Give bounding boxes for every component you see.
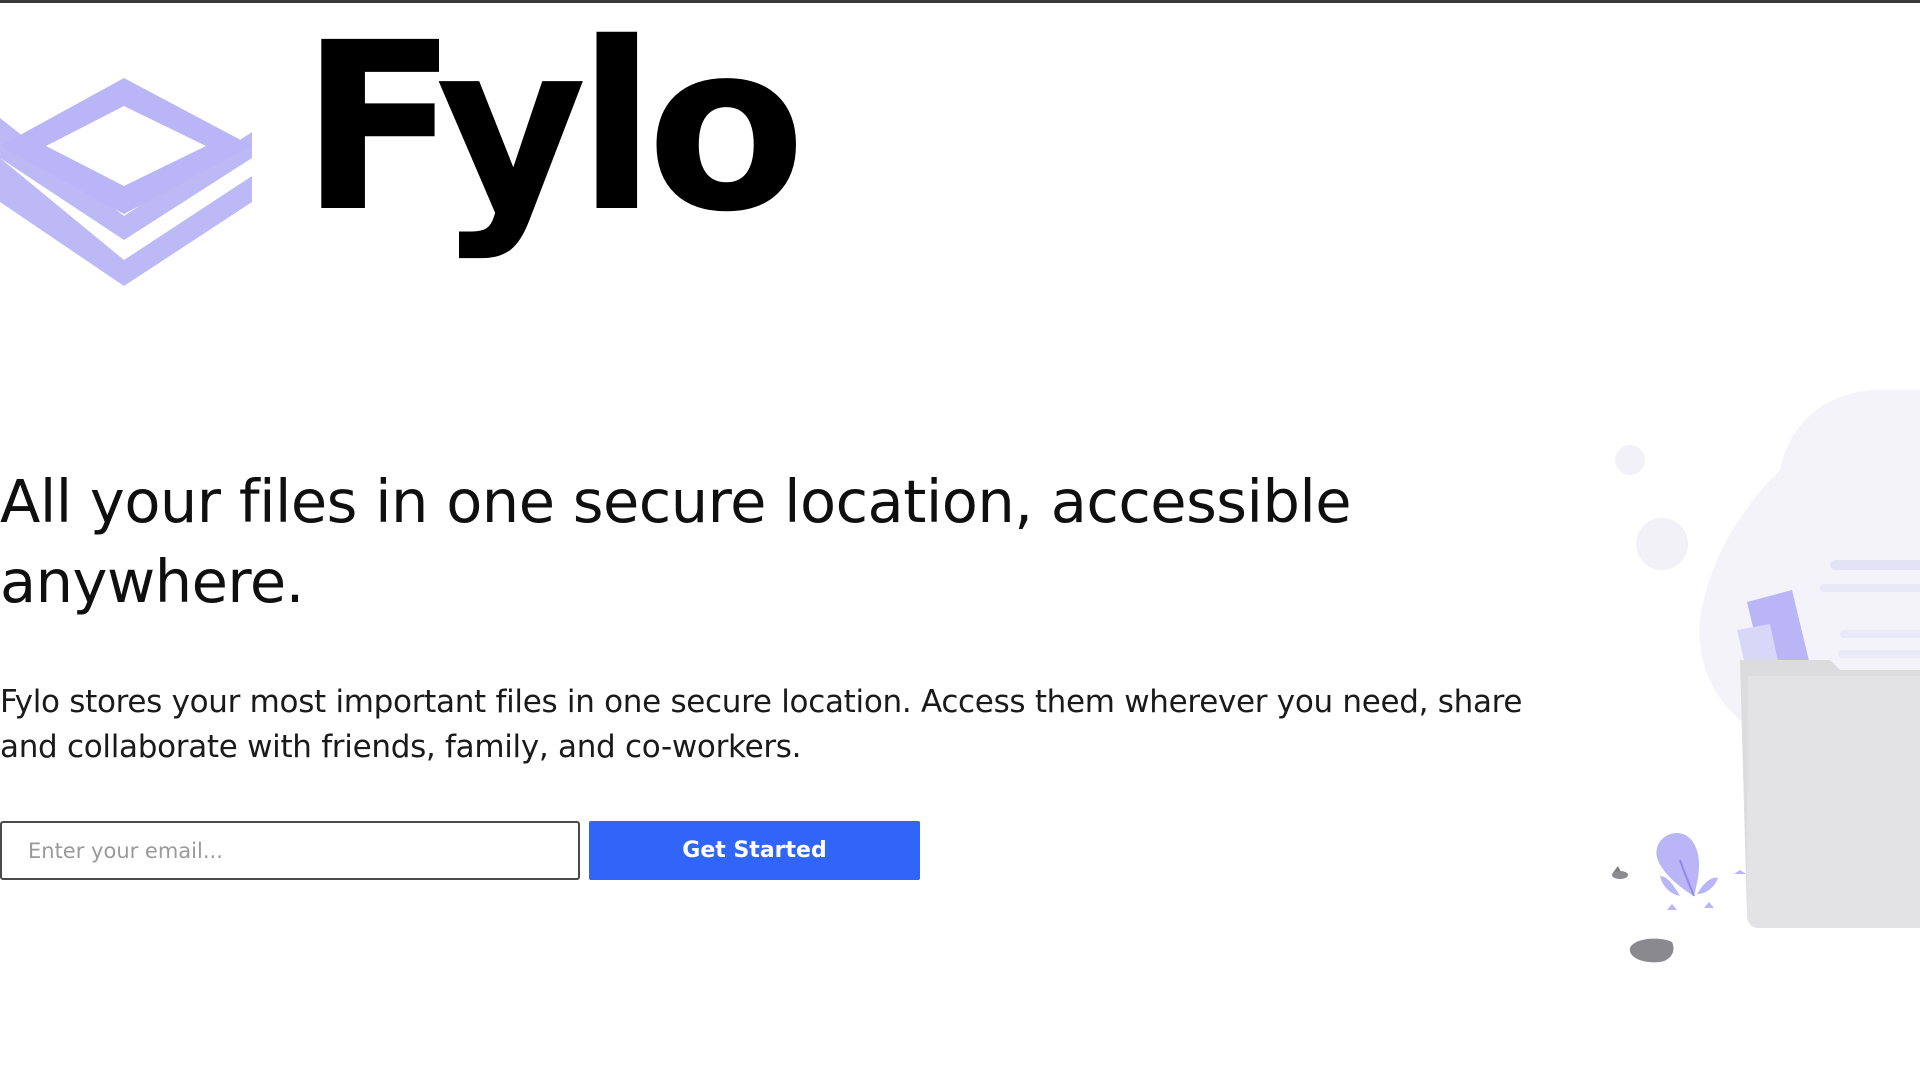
fylo-logo: Fylo bbox=[0, 12, 806, 286]
hero-headline: All your files in one secure location, a… bbox=[0, 467, 1352, 616]
hero-description: Fylo stores your most important files in… bbox=[0, 684, 1523, 765]
top-border bbox=[0, 0, 1920, 3]
folder-icon bbox=[1740, 660, 1920, 928]
rock-icon bbox=[1629, 938, 1674, 963]
get-started-button[interactable]: Get Started bbox=[589, 821, 920, 880]
email-input[interactable] bbox=[0, 821, 580, 880]
plant-icon bbox=[1612, 832, 1746, 910]
files-folder-illustration bbox=[1612, 390, 1920, 963]
brand-wordmark: Fylo bbox=[300, 0, 806, 263]
stacked-layers-icon bbox=[0, 78, 252, 286]
